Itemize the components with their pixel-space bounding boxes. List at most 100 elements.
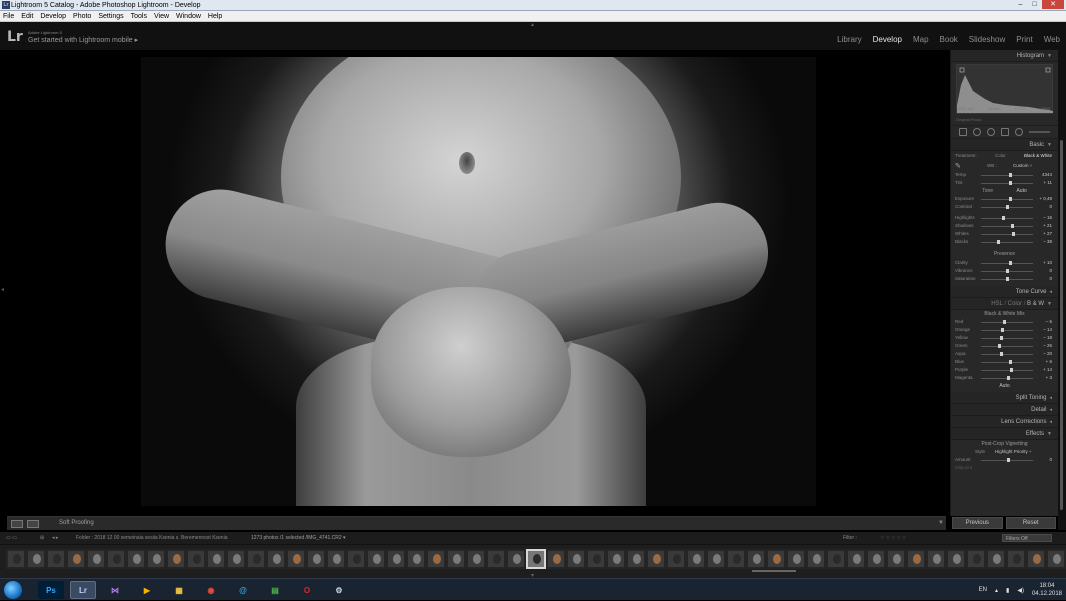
- filmstrip-thumb[interactable]: [626, 549, 646, 569]
- chrome-icon[interactable]: ◉: [198, 581, 224, 599]
- menu-view[interactable]: View: [154, 11, 169, 21]
- slider-knob[interactable]: [1008, 261, 1012, 265]
- filmstrip-thumb[interactable]: [506, 549, 526, 569]
- filmstrip-thumb[interactable]: [686, 549, 706, 569]
- slider-track[interactable]: [981, 175, 1033, 176]
- media-player-icon[interactable]: ▶: [134, 581, 160, 599]
- module-slideshow[interactable]: Slideshow: [969, 35, 1005, 44]
- slider-track[interactable]: [981, 199, 1033, 200]
- rating-filter-stars[interactable]: ☆☆☆☆☆: [880, 532, 907, 544]
- mobile-tagline[interactable]: Get started with Lightroom mobile ▸: [28, 36, 138, 44]
- treatment-color[interactable]: Color: [995, 151, 1006, 161]
- filmstrip-thumb[interactable]: [986, 549, 1006, 569]
- slider-knob[interactable]: [996, 240, 1000, 244]
- photoshop-icon[interactable]: Ps: [38, 581, 64, 599]
- slider-knob[interactable]: [1010, 368, 1014, 372]
- crop-tool-icon[interactable]: [959, 128, 967, 136]
- filmstrip-thumb[interactable]: [646, 549, 666, 569]
- toolbar-options-icon[interactable]: ▼: [938, 520, 944, 526]
- filmstrip-thumb[interactable]: [866, 549, 886, 569]
- slider-knob[interactable]: [1006, 269, 1009, 273]
- windows-apps-icon[interactable]: ▤: [262, 581, 288, 599]
- filmstrip-thumb[interactable]: [806, 549, 826, 569]
- network-icon[interactable]: ▮: [1006, 587, 1009, 594]
- histogram-graph[interactable]: ISO 100 50 mm f / 2.5 1/500: [956, 64, 1053, 114]
- tab-hsl[interactable]: HSL: [991, 301, 1002, 307]
- filmstrip-thumb[interactable]: [6, 549, 26, 569]
- filmstrip-thumb[interactable]: [746, 549, 766, 569]
- tab-color[interactable]: Color: [1008, 301, 1022, 307]
- slider-track[interactable]: [981, 362, 1033, 363]
- filmstrip-thumb[interactable]: [126, 549, 146, 569]
- language-indicator[interactable]: EN: [979, 587, 987, 593]
- filmstrip-thumb[interactable]: [246, 549, 266, 569]
- grid-icon[interactable]: ⊞: [40, 532, 44, 544]
- left-panel-toggle-icon[interactable]: ◂: [1, 286, 4, 293]
- slider-knob[interactable]: [998, 344, 1002, 348]
- menu-settings[interactable]: Settings: [98, 11, 123, 21]
- filmstrip-thumb[interactable]: [466, 549, 486, 569]
- filmstrip-thumb[interactable]: [186, 549, 206, 569]
- filmstrip-thumb[interactable]: [1026, 549, 1046, 569]
- minimize-button[interactable]: –: [1014, 0, 1027, 9]
- slider-knob[interactable]: [1008, 360, 1012, 364]
- red-eye-icon[interactable]: [987, 128, 995, 136]
- filmstrip-thumb[interactable]: [386, 549, 406, 569]
- slider-track[interactable]: [981, 226, 1033, 227]
- module-web[interactable]: Web: [1044, 35, 1060, 44]
- graduated-filter-icon[interactable]: [1001, 128, 1009, 136]
- previous-button[interactable]: Previous: [952, 517, 1003, 529]
- back-icon[interactable]: ◂ ▸: [52, 532, 58, 544]
- wb-value[interactable]: Custom ÷: [1013, 161, 1032, 171]
- style-value[interactable]: Highlight Priority ÷: [995, 448, 1031, 456]
- slider-track[interactable]: [981, 370, 1033, 371]
- module-book[interactable]: Book: [940, 35, 958, 44]
- filmstrip-thumb[interactable]: [926, 549, 946, 569]
- menu-file[interactable]: File: [3, 11, 14, 21]
- right-panel-scrollbar[interactable]: [1060, 140, 1063, 510]
- bw-auto-button[interactable]: Auto: [951, 382, 1058, 390]
- treatment-bw[interactable]: Black & White: [1024, 151, 1052, 161]
- filmstrip-thumb[interactable]: [786, 549, 806, 569]
- taskbar-clock[interactable]: 18:04 04.12.2018: [1032, 582, 1062, 598]
- filmstrip-thumb[interactable]: [946, 549, 966, 569]
- slider-knob[interactable]: [1008, 197, 1012, 201]
- filmstrip-thumb[interactable]: [586, 549, 606, 569]
- filmstrip-thumb[interactable]: [966, 549, 986, 569]
- apps-grid-icon[interactable]: ▦: [166, 581, 192, 599]
- slider-track[interactable]: [981, 338, 1033, 339]
- original-photo-checkbox[interactable]: Original Photo: [956, 117, 1053, 122]
- filmstrip-thumb[interactable]: [166, 549, 186, 569]
- filmstrip-thumb[interactable]: [446, 549, 466, 569]
- steam-icon[interactable]: ⚙: [326, 581, 352, 599]
- windows-start-icon[interactable]: [4, 581, 22, 599]
- filmstrip-thumb[interactable]: [706, 549, 726, 569]
- slider-knob[interactable]: [1001, 216, 1005, 220]
- filmstrip-thumb[interactable]: [326, 549, 346, 569]
- filmstrip-thumb[interactable]: [526, 549, 546, 569]
- filmstrip-thumb[interactable]: [1046, 549, 1066, 569]
- tray-expand-icon[interactable]: ▴: [995, 587, 998, 594]
- slider-knob[interactable]: [999, 352, 1003, 356]
- slider-knob[interactable]: [1011, 224, 1015, 228]
- tone-curve-header[interactable]: Tone Curve ◂: [951, 286, 1058, 298]
- browser-icon[interactable]: @: [230, 581, 256, 599]
- volume-icon[interactable]: ◀): [1017, 587, 1024, 594]
- filmstrip-thumb[interactable]: [766, 549, 786, 569]
- menu-tools[interactable]: Tools: [131, 11, 147, 21]
- loupe-view-icon[interactable]: [11, 520, 23, 528]
- menu-photo[interactable]: Photo: [73, 11, 91, 21]
- filmstrip-thumb[interactable]: [286, 549, 306, 569]
- filmstrip-thumb[interactable]: [206, 549, 226, 569]
- slider-track[interactable]: [981, 354, 1033, 355]
- reset-button[interactable]: Reset: [1005, 517, 1056, 529]
- lens-corrections-header[interactable]: Lens Corrections ◂: [951, 416, 1058, 428]
- menu-window[interactable]: Window: [176, 11, 201, 21]
- filmstrip-thumb[interactable]: [26, 549, 46, 569]
- slider-knob[interactable]: [1008, 181, 1012, 185]
- secondary-window-icon[interactable]: ▭ ▭: [6, 532, 17, 544]
- visual-studio-icon[interactable]: ⋈: [102, 581, 128, 599]
- module-print[interactable]: Print: [1016, 35, 1032, 44]
- filmstrip-thumb[interactable]: [226, 549, 246, 569]
- filmstrip-thumb[interactable]: [546, 549, 566, 569]
